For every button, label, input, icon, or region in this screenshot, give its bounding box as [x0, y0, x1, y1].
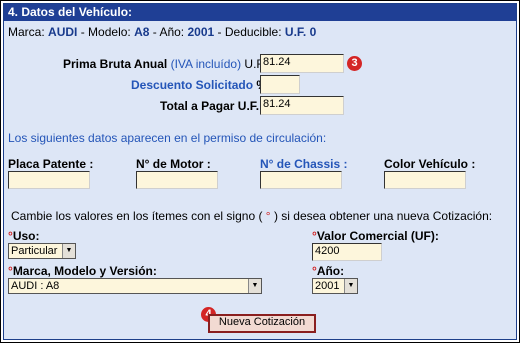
prima-label-iva: (IVA incluído)	[170, 57, 242, 71]
change-note-part2: ) si desea obtener una nueva Cotización:	[273, 209, 493, 223]
change-note-part1: Cambie los valores en los ítemes con el …	[11, 209, 263, 223]
change-note-mark: °	[265, 209, 271, 223]
valor-comercial-label: Valor Comercial (UF):	[316, 229, 439, 243]
motor-field[interactable]	[136, 171, 218, 189]
placa-field[interactable]	[8, 171, 90, 189]
uso-select[interactable]: Particular ▼	[8, 243, 76, 259]
chassis-field[interactable]	[260, 171, 342, 189]
nueva-cotizacion-button[interactable]: Nueva Cotización	[208, 314, 316, 333]
anio-label: - Año:	[152, 25, 185, 39]
uso-label: Uso:	[12, 229, 40, 243]
marca-modelo-selected-value: AUDI : A8	[11, 280, 60, 292]
vehicle-data-panel: 4. Datos del Vehículo: Marca: AUDI - Mod…	[3, 3, 517, 340]
descuento-label-row: Descuento Solicitado %:	[131, 78, 271, 92]
motor-label: N° de Motor :	[136, 157, 211, 171]
section-header: 4. Datos del Vehículo:	[4, 4, 516, 21]
change-note: Cambie los valores en los ítemes con el …	[11, 209, 492, 223]
uso-label-row: °Uso:	[8, 229, 39, 243]
permiso-note: Los siguientes datos aparecen en el perm…	[8, 131, 327, 145]
prima-label-main: Prima Bruta Anual	[63, 57, 168, 71]
marca-modelo-label-row: °Marca, Modelo y Versión:	[8, 264, 157, 278]
anio-select-label-row: °Año:	[312, 264, 344, 278]
uso-selected-value: Particular	[11, 245, 58, 257]
valor-comercial-label-row: °Valor Comercial (UF):	[312, 229, 439, 243]
anio-select[interactable]: 2001 ▼	[312, 278, 358, 294]
color-label: Color Vehículo :	[384, 157, 476, 171]
placa-label: Placa Patente :	[8, 157, 94, 171]
total-label: Total a Pagar U.F.:	[160, 99, 264, 113]
chevron-down-icon[interactable]: ▼	[248, 279, 261, 293]
marca-label: Marca:	[8, 25, 45, 39]
anio-selected-value: 2001	[315, 280, 340, 292]
prima-label: Prima Bruta Anual (IVA incluído) U.F.:	[63, 57, 269, 71]
anio-value: 2001	[187, 25, 215, 39]
modelo-label: - Modelo:	[80, 25, 131, 39]
step-3-badge: 3	[347, 56, 362, 71]
chevron-down-icon[interactable]: ▼	[62, 244, 75, 258]
deducible-value: U.F. 0	[284, 25, 317, 39]
marca-value: AUDI	[48, 25, 78, 39]
deducible-label: - Deducible:	[217, 25, 282, 39]
descuento-label: Descuento Solicitado	[131, 78, 254, 92]
marca-modelo-select[interactable]: AUDI : A8 ▼	[8, 278, 262, 294]
descuento-field[interactable]	[260, 75, 300, 94]
prima-field[interactable]: 81.24	[260, 54, 344, 73]
chassis-label: N° de Chassis :	[260, 157, 348, 171]
vehicle-summary: Marca: AUDI - Modelo: A8 - Año: 2001 - D…	[8, 25, 316, 39]
color-field[interactable]	[384, 171, 466, 189]
anio-select-label: Año:	[316, 264, 345, 278]
modelo-value: A8	[134, 25, 150, 39]
page-frame: 4. Datos del Vehículo: Marca: AUDI - Mod…	[0, 0, 520, 343]
valor-comercial-field[interactable]: 4200	[312, 243, 382, 261]
marca-modelo-label: Marca, Modelo y Versión:	[12, 264, 157, 278]
chevron-down-icon[interactable]: ▼	[344, 279, 357, 293]
total-field[interactable]: 81.24	[260, 96, 344, 115]
